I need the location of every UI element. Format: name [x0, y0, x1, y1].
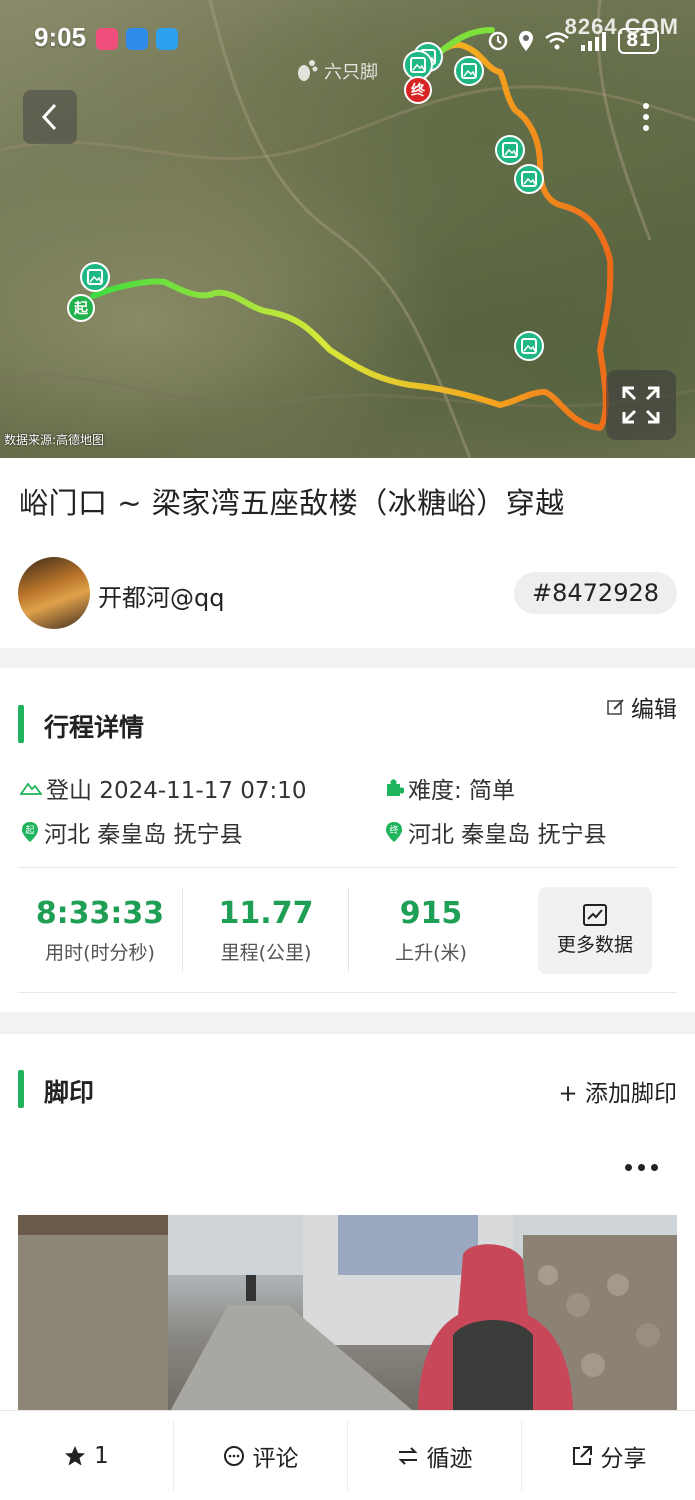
more-data-button[interactable]: 更多数据: [538, 887, 652, 974]
section-accent-bar: [18, 705, 24, 743]
dot-icon: [651, 1164, 658, 1171]
stat-distance: 11.77 里程(公里): [186, 894, 346, 965]
comment-icon: [223, 1446, 244, 1466]
trip-id-badge: #8472928: [514, 572, 677, 614]
section-accent-bar: [18, 1070, 24, 1108]
stat-duration: 8:33:33 用时(时分秒): [20, 894, 180, 965]
end-marker[interactable]: 终: [404, 76, 432, 104]
alarm-icon: [488, 31, 508, 51]
share-button[interactable]: 分享: [522, 1421, 695, 1491]
end-location-text: 河北 秦皇岛 抚宁县: [408, 822, 607, 848]
map-brand: 六只脚: [296, 58, 378, 84]
start-location-text: 河北 秦皇岛 抚宁县: [44, 822, 243, 848]
divider: [18, 867, 677, 868]
add-footprint-button[interactable]: + 添加脚印: [558, 1074, 677, 1108]
trip-details-card: 行程详情 编辑 登山 2024-11-17 07:10 难度: 简单 起 河北 …: [0, 668, 695, 1012]
expand-icon: [622, 386, 660, 424]
stat-duration-value: 8:33:33: [35, 896, 165, 931]
stat-distance-value: 11.77: [218, 896, 314, 931]
favorite-count: 1: [94, 1443, 109, 1469]
stat-ascent-value: 915: [399, 896, 463, 931]
share-label: 分享: [600, 1446, 647, 1472]
mountain-icon: [20, 782, 42, 795]
divider: [18, 992, 677, 993]
stat-separator: [348, 888, 349, 972]
favorite-button[interactable]: 1: [0, 1421, 174, 1491]
notification-icons: [96, 28, 178, 50]
difficulty-text: 难度: 简单: [408, 778, 516, 804]
weather-icon: [126, 28, 148, 50]
end-location-icon: 终: [386, 822, 402, 842]
status-time: 9:05: [34, 22, 87, 52]
section-title-details: 行程详情: [44, 713, 145, 742]
edit-button[interactable]: 编辑: [607, 690, 677, 724]
image-icon: [521, 171, 537, 187]
trip-title: 峪门口 ~ 梁家湾五座敌楼（冰糖峪）穿越: [19, 486, 565, 520]
puzzle-icon: [387, 779, 404, 796]
chevron-left-icon: [41, 103, 57, 131]
map-brand-label: 六只脚: [324, 62, 378, 83]
image-icon: [502, 142, 518, 158]
photo-pin[interactable]: [495, 135, 525, 165]
trip-header: 峪门口 ~ 梁家湾五座敌楼（冰糖峪）穿越 开都河@qq #8472928: [0, 458, 695, 648]
image-icon: [521, 338, 537, 354]
footprint-photo[interactable]: [18, 1215, 677, 1415]
edit-label: 编辑: [631, 697, 677, 723]
start-location-row: 起 河北 秦皇岛 抚宁县: [20, 815, 243, 849]
app-notification-icon: [96, 28, 118, 50]
fullscreen-button[interactable]: [606, 370, 676, 440]
svg-text:终: 终: [389, 824, 398, 836]
username[interactable]: 开都河@qq: [98, 578, 224, 613]
image-icon: [461, 63, 477, 79]
wifi-icon: [545, 32, 569, 50]
bottom-action-bar: 1 评论 循迹 分享: [0, 1410, 695, 1500]
route-icon: [398, 1447, 417, 1465]
image-icon: [87, 269, 103, 285]
stat-separator: [182, 888, 183, 972]
signal-icon: [580, 32, 606, 51]
stat-ascent: 915 上升(米): [351, 894, 511, 965]
dot-icon: [625, 1164, 632, 1171]
dot-icon: [638, 1164, 645, 1171]
battery-indicator: 81: [617, 28, 659, 54]
follow-track-label: 循迹: [426, 1446, 473, 1472]
stat-duration-label: 用时(时分秒): [45, 942, 155, 964]
difficulty-row: 难度: 简单: [384, 771, 515, 805]
image-icon: [410, 57, 426, 73]
photo-pin[interactable]: [454, 56, 484, 86]
follow-track-button[interactable]: 循迹: [348, 1421, 522, 1491]
stat-distance-label: 里程(公里): [220, 942, 312, 964]
footprint-card: 脚印 + 添加脚印: [0, 1034, 695, 1415]
track-map[interactable]: 9:05 8264.COM 81 六只脚 起 终 数据来源:高德地图: [0, 0, 695, 458]
vertical-dots-icon: [643, 103, 649, 131]
footprint-photo-image: [18, 1215, 677, 1415]
end-location-row: 终 河北 秦皇岛 抚宁县: [384, 815, 607, 849]
cloud-icon: [156, 28, 178, 50]
photo-pin[interactable]: [514, 164, 544, 194]
photo-pin[interactable]: [514, 331, 544, 361]
stat-ascent-label: 上升(米): [395, 942, 467, 964]
start-marker[interactable]: 起: [67, 294, 95, 322]
avatar[interactable]: [18, 557, 90, 629]
comment-button[interactable]: 评论: [174, 1421, 348, 1491]
map-source: 数据来源:高德地图: [4, 433, 105, 447]
activity-text: 登山 2024-11-17 07:10: [46, 778, 307, 804]
section-title-footprint: 脚印: [44, 1078, 95, 1107]
comment-label: 评论: [252, 1446, 299, 1472]
location-icon: [518, 31, 533, 51]
share-icon: [572, 1446, 592, 1465]
more-data-label: 更多数据: [556, 934, 633, 956]
system-status: 81: [488, 28, 659, 54]
chart-icon: [583, 904, 607, 926]
footprint-more-button[interactable]: [625, 1164, 658, 1171]
start-location-icon: 起: [22, 822, 38, 842]
footprint-logo-icon: [298, 60, 318, 81]
activity-row: 登山 2024-11-17 07:10: [20, 771, 307, 805]
back-button[interactable]: [23, 90, 77, 144]
star-icon: [65, 1446, 86, 1466]
more-menu-button[interactable]: [619, 90, 673, 144]
edit-icon: [607, 699, 624, 715]
photo-pin[interactable]: [80, 262, 110, 292]
svg-text:起: 起: [25, 825, 34, 836]
